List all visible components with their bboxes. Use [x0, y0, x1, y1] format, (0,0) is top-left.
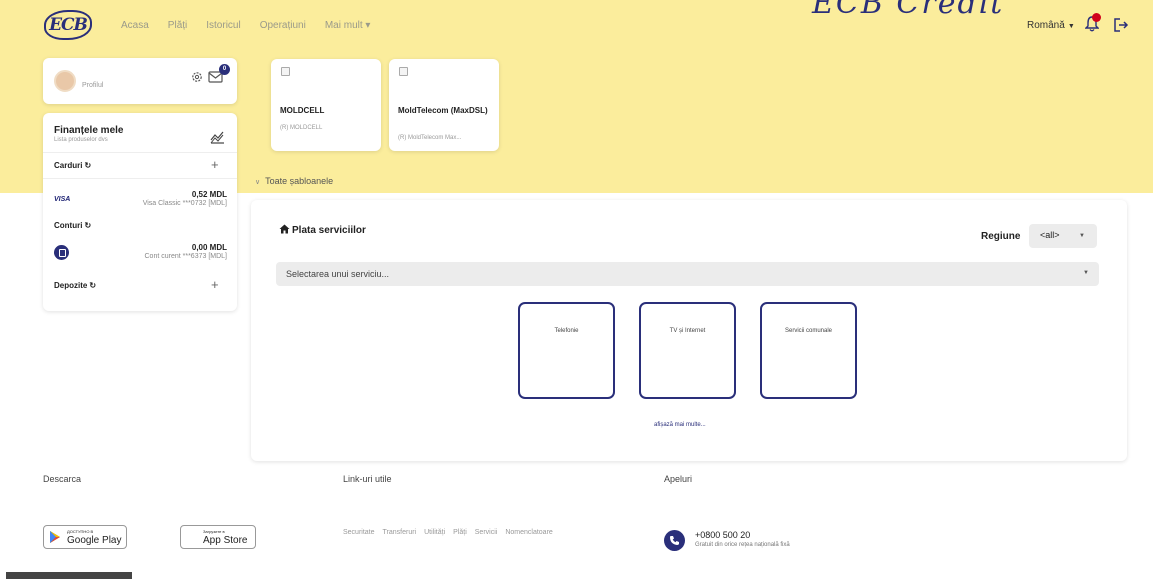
- language-value: Română: [1027, 20, 1065, 31]
- chevron-down-icon: ∨: [255, 179, 261, 186]
- broken-image-icon: [281, 67, 290, 76]
- broken-image-icon: [399, 67, 408, 76]
- account-icon: [54, 245, 69, 260]
- chevron-down-icon: ▼: [1083, 270, 1089, 276]
- account-amount[interactable]: 0,00 MDL: [130, 243, 227, 252]
- template-subtitle: (R) MOLDCELL: [280, 125, 323, 131]
- add-deposit-icon[interactable]: +: [211, 277, 219, 292]
- calls-title: Apeluri: [664, 474, 693, 484]
- deposits-section-label[interactable]: Depozite ↻: [54, 281, 96, 290]
- notification-badge: [1092, 13, 1101, 22]
- phone-icon[interactable]: [664, 530, 685, 551]
- main-nav: Acasa Plăți Istoricul Operațiuni Mai mul…: [121, 20, 389, 31]
- template-name: MOLDCELL: [280, 106, 325, 115]
- app-store-small: Загрузите в: [203, 529, 225, 534]
- visa-logo: VISA: [54, 196, 71, 203]
- cards-label: Carduri: [54, 161, 83, 170]
- template-subtitle: (R) MoldTelecom Max...: [398, 135, 462, 141]
- add-card-icon[interactable]: +: [211, 157, 219, 172]
- divider: [43, 152, 237, 153]
- finances-title: Finanțele mele: [54, 125, 124, 136]
- finances-subtitle: Lista produselor dvs: [54, 137, 108, 143]
- google-play-label: Google Play: [67, 535, 122, 546]
- account-description[interactable]: Cont curent ***6373 [MDL]: [80, 253, 228, 260]
- phone-note: Gratuit din orice rețea națională fixă: [695, 542, 790, 548]
- region-select[interactable]: <all>: [1029, 224, 1097, 248]
- mail-badge: 0: [219, 64, 230, 75]
- services-title: Plata serviciilor: [292, 225, 366, 236]
- divider: [43, 178, 237, 179]
- nav-mai-mult[interactable]: Mai mult ▾: [325, 20, 371, 31]
- tile-label: Servicii comunale: [784, 328, 833, 334]
- refresh-icon[interactable]: ↻: [84, 221, 91, 230]
- refresh-icon[interactable]: ↻: [89, 281, 96, 290]
- home-icon: [279, 224, 290, 234]
- language-select[interactable]: Română ▼: [1027, 20, 1075, 31]
- app-store-label: App Store: [203, 535, 248, 546]
- bank-logo[interactable]: ECB: [44, 10, 92, 40]
- links-title: Link-uri utile: [343, 474, 392, 484]
- service-select[interactable]: Selectarea unui serviciu...: [276, 262, 1099, 286]
- link-securitate[interactable]: Securitate: [343, 529, 375, 536]
- nav-plati[interactable]: Plăți: [168, 20, 187, 31]
- phone-number[interactable]: +0800 500 20: [695, 530, 750, 540]
- link-utilitati[interactable]: Utilități: [424, 529, 445, 536]
- accounts-section-label[interactable]: Conturi ↻: [54, 221, 91, 230]
- tile-label: TV și Internet: [669, 328, 706, 334]
- all-templates-label: Toate șabloanele: [265, 176, 334, 186]
- tile-tv-internet[interactable]: [639, 302, 736, 399]
- google-play-small: ДОСТУПНО В: [67, 529, 94, 534]
- tile-servicii-comunale[interactable]: [760, 302, 857, 399]
- avatar[interactable]: [54, 70, 76, 92]
- link-servicii[interactable]: Servicii: [475, 529, 498, 536]
- link-plati[interactable]: Plăți: [453, 529, 467, 536]
- all-templates-toggle[interactable]: ∨ Toate șabloanele: [255, 176, 333, 186]
- chevron-down-icon: ▼: [1079, 233, 1085, 239]
- google-play-icon: [50, 531, 60, 543]
- brand-wordmark: ECB Credit: [812, 0, 1005, 21]
- logout-icon[interactable]: [1113, 17, 1129, 33]
- gear-icon[interactable]: [191, 71, 203, 83]
- show-more-link[interactable]: afișază mai multe...: [654, 422, 706, 428]
- link-transferuri[interactable]: Transferuri: [383, 529, 417, 536]
- nav-istoricul[interactable]: Istoricul: [206, 20, 240, 31]
- link-nomenclatoare[interactable]: Nomenclatoare: [505, 529, 552, 536]
- nav-acasa[interactable]: Acasa: [121, 20, 149, 31]
- accounts-label: Conturi: [54, 221, 83, 230]
- browser-status-bar: [6, 572, 132, 579]
- card-amount[interactable]: 0,52 MDL: [130, 190, 227, 199]
- download-title: Descarca: [43, 474, 82, 484]
- useful-links: Securitate Transferuri Utilități Plăți S…: [343, 529, 561, 536]
- template-name: MoldTelecom (MaxDSL): [398, 106, 488, 115]
- tile-telefonie[interactable]: [518, 302, 615, 399]
- cards-section-label[interactable]: Carduri ↻: [54, 161, 91, 170]
- chevron-down-icon: ▼: [1067, 23, 1075, 30]
- chart-icon[interactable]: [210, 130, 225, 144]
- tile-label: Telefonie: [554, 328, 579, 334]
- deposits-label: Depozite: [54, 281, 88, 290]
- nav-operatiuni[interactable]: Operațiuni: [260, 20, 306, 31]
- card-description[interactable]: Visa Classic ***0732 [MDL]: [80, 200, 227, 207]
- region-label: Regiune: [981, 231, 1021, 242]
- refresh-icon[interactable]: ↻: [84, 161, 91, 170]
- profile-label[interactable]: Profilul: [82, 82, 103, 89]
